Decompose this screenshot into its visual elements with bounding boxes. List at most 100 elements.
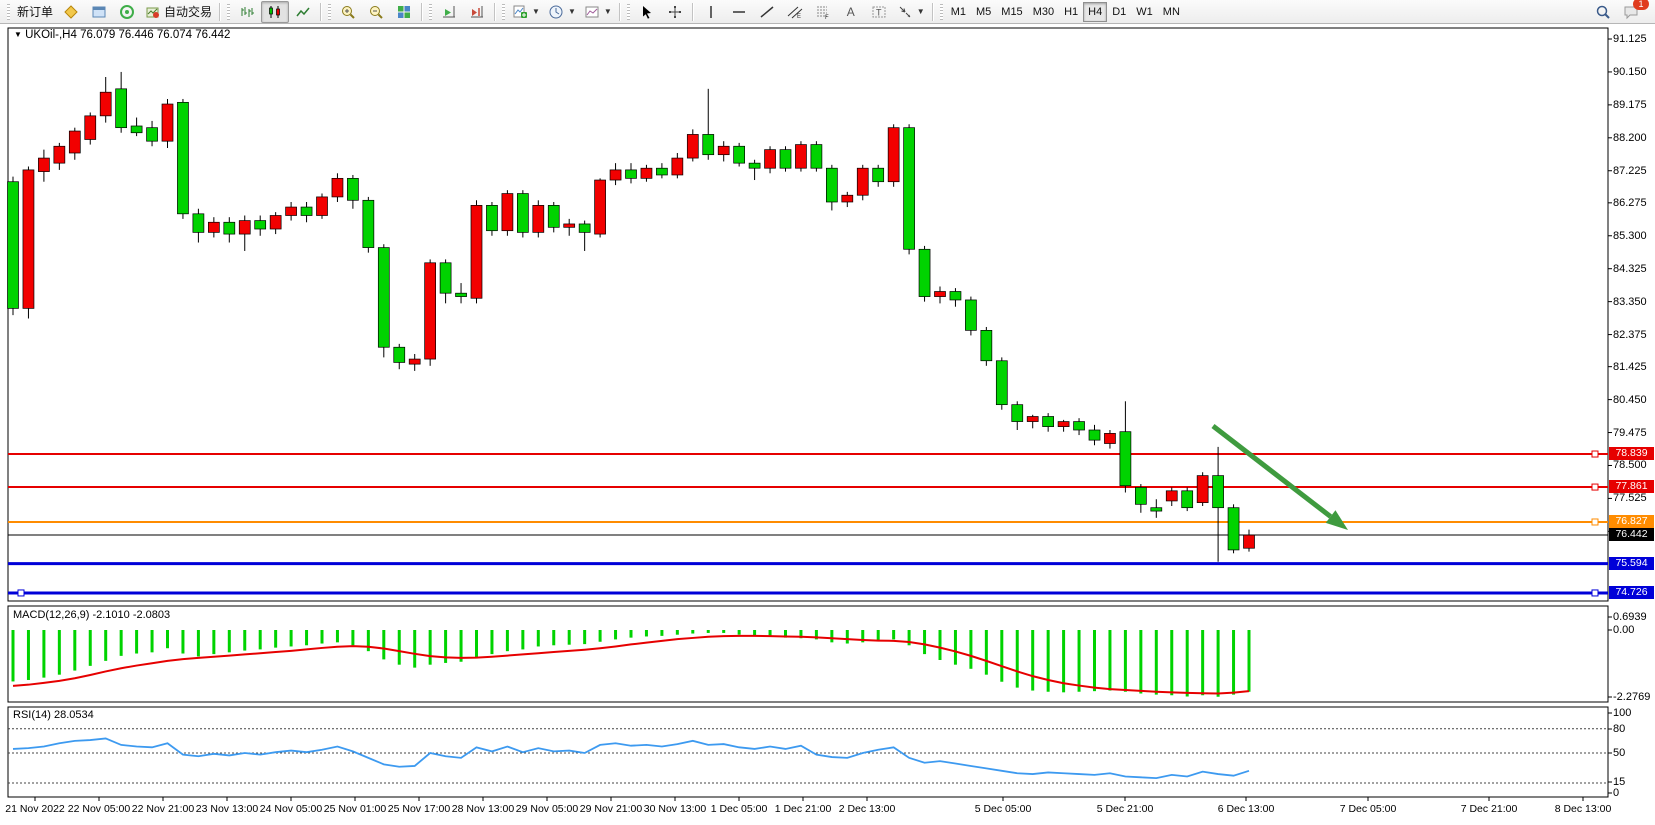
- zoom-in-button[interactable]: [334, 1, 362, 23]
- timeframe-button-MN[interactable]: MN: [1158, 2, 1185, 22]
- crosshair-button[interactable]: [661, 1, 689, 23]
- candle-body: [579, 224, 590, 232]
- timeframe-button-M5[interactable]: M5: [971, 2, 996, 22]
- time-axis-label: 22 Nov 21:00: [132, 803, 194, 815]
- candle-body: [409, 359, 420, 364]
- caret-down-icon: ▼: [532, 7, 540, 16]
- candle-body: [378, 248, 389, 348]
- search-button[interactable]: [1589, 1, 1617, 23]
- candle-body: [919, 249, 930, 296]
- new-order-button[interactable]: 新订单: [13, 1, 57, 23]
- new-chart-icon: [512, 4, 528, 20]
- candle-body: [626, 170, 637, 178]
- notifications-button[interactable]: 1: [1617, 1, 1645, 23]
- text-tool-icon: A: [847, 5, 855, 19]
- chart-title-collapse-icon[interactable]: ▼: [14, 30, 22, 39]
- time-axis-label: 29 Nov 21:00: [580, 803, 642, 815]
- timeframe-button-W1[interactable]: W1: [1131, 2, 1158, 22]
- candle-body: [842, 195, 853, 202]
- candle-body: [904, 128, 915, 250]
- line-chart-icon: [295, 4, 311, 20]
- time-axis-label: 1 Dec 05:00: [711, 803, 768, 815]
- candle-body: [208, 222, 219, 232]
- auto-trading-button[interactable]: 自动交易: [141, 1, 216, 23]
- chart-ohlc-values: 76.079 76.446 76.074 76.442: [80, 29, 230, 41]
- candle-body: [394, 347, 405, 362]
- candle-body: [131, 126, 142, 133]
- channel-button[interactable]: E: [781, 1, 809, 23]
- candle-body: [1197, 476, 1208, 503]
- horizontal-line-button[interactable]: [725, 1, 753, 23]
- candle-body: [548, 205, 559, 227]
- time-axis-label: 1 Dec 21:00: [775, 803, 832, 815]
- tile-windows-icon: [396, 4, 412, 20]
- candle-body: [703, 134, 714, 154]
- price-badge-78.839: 78.839: [1609, 447, 1654, 460]
- template-icon: [584, 4, 600, 20]
- candle-body: [965, 300, 976, 330]
- auto-trading-label: 自动交易: [164, 3, 212, 20]
- tile-windows-button[interactable]: [390, 1, 418, 23]
- level-line-handle: [18, 590, 24, 596]
- candle-body: [795, 145, 806, 169]
- vertical-line-icon: [703, 4, 719, 20]
- line-chart-button[interactable]: [289, 1, 317, 23]
- price-tick-label: 82.375: [1613, 329, 1647, 341]
- candle-body: [116, 89, 127, 128]
- periods-button[interactable]: ▼: [544, 1, 580, 23]
- zoom-out-button[interactable]: [362, 1, 390, 23]
- price-badge-76.442: 76.442: [1609, 528, 1654, 541]
- text-button[interactable]: A: [837, 1, 865, 23]
- trendline-icon: [759, 4, 775, 20]
- fibonacci-button[interactable]: F: [809, 1, 837, 23]
- auto-scroll-button[interactable]: [435, 1, 463, 23]
- candle-body: [255, 221, 266, 229]
- trendline-button[interactable]: [753, 1, 781, 23]
- toolbar-grip[interactable]: [7, 4, 10, 20]
- price-tick-label: 90.150: [1613, 66, 1647, 78]
- timeframe-button-M30[interactable]: M30: [1028, 2, 1059, 22]
- candle-body: [1228, 508, 1239, 550]
- templates-button[interactable]: ▼: [580, 1, 616, 23]
- text-label-button[interactable]: T: [865, 1, 893, 23]
- svg-text:F: F: [825, 15, 829, 20]
- bar-chart-button[interactable]: [233, 1, 261, 23]
- notification-badge: 1: [1633, 0, 1649, 10]
- chart-shift-button[interactable]: [463, 1, 491, 23]
- timeframe-button-H1[interactable]: H1: [1059, 2, 1083, 22]
- navigator-button[interactable]: [113, 1, 141, 23]
- new-order-label: 新订单: [17, 3, 53, 20]
- candle-body: [1135, 487, 1146, 504]
- candle-body: [193, 214, 204, 233]
- candle-body: [502, 194, 513, 231]
- price-tick-label: 87.225: [1613, 165, 1647, 177]
- timeframe-button-H4[interactable]: H4: [1083, 2, 1107, 22]
- candle-body: [935, 292, 946, 297]
- candle-body: [718, 146, 729, 154]
- arrows-button[interactable]: ▼: [893, 1, 929, 23]
- chart-symbol-period: UKOil-,H4: [25, 29, 77, 41]
- price-tick-label: 78.500: [1613, 459, 1647, 471]
- data-window-button[interactable]: [85, 1, 113, 23]
- caret-down-icon: ▼: [568, 7, 576, 16]
- candle-body: [1151, 508, 1162, 511]
- chart-window: ▼ UKOil-,H4 76.079 76.446 76.074 76.442 …: [0, 24, 1655, 825]
- candle-body: [780, 150, 791, 169]
- timeframe-button-M15[interactable]: M15: [996, 2, 1027, 22]
- cursor-button[interactable]: [633, 1, 661, 23]
- candle-body: [1104, 433, 1115, 443]
- new-chart-button[interactable]: ▼: [508, 1, 544, 23]
- candle-body: [765, 150, 776, 169]
- candle-body: [888, 128, 899, 182]
- timeframe-button-M1[interactable]: M1: [946, 2, 971, 22]
- text-label-icon: T: [871, 4, 887, 20]
- candle-body: [471, 205, 482, 298]
- price-badge-74.726: 74.726: [1609, 586, 1654, 599]
- market-watch-icon-button[interactable]: [57, 1, 85, 23]
- timeframe-button-D1[interactable]: D1: [1107, 2, 1131, 22]
- candlestick-chart-button[interactable]: [261, 1, 289, 23]
- vertical-line-button[interactable]: [697, 1, 725, 23]
- candle-body: [85, 116, 96, 140]
- chart-canvas[interactable]: [0, 24, 1655, 825]
- price-tick-label: 77.525: [1613, 492, 1647, 504]
